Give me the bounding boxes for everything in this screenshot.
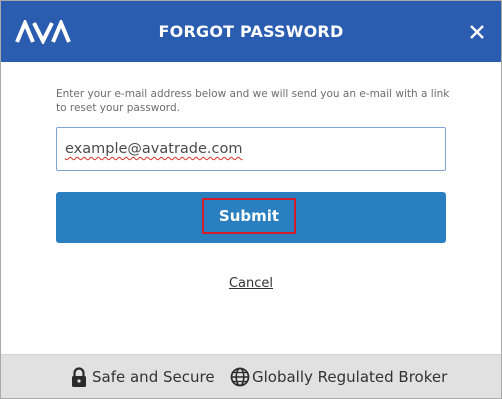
submit-button[interactable]: Submit (56, 192, 446, 243)
cancel-row: Cancel (1, 272, 501, 291)
email-field[interactable]: example@avatrade.com (56, 127, 446, 171)
safe-secure-label: Safe and Secure (92, 368, 215, 386)
forgot-password-dialog: FORGOT PASSWORD Enter your e-mail addres… (0, 0, 502, 399)
trust-footer: Safe and Secure Globally Regulated Broke… (1, 354, 501, 398)
dialog-header: FORGOT PASSWORD (1, 1, 501, 62)
regulated-label: Globally Regulated Broker (252, 368, 448, 386)
submit-label: Submit (202, 198, 296, 234)
cancel-link[interactable]: Cancel (229, 276, 273, 291)
globe-icon (230, 367, 250, 387)
dialog-title: FORGOT PASSWORD (158, 22, 344, 41)
close-icon[interactable] (465, 20, 489, 44)
instructions-text: Enter your e-mail address below and we w… (56, 88, 450, 114)
lock-icon (72, 367, 86, 387)
email-value: example@avatrade.com (65, 141, 243, 157)
